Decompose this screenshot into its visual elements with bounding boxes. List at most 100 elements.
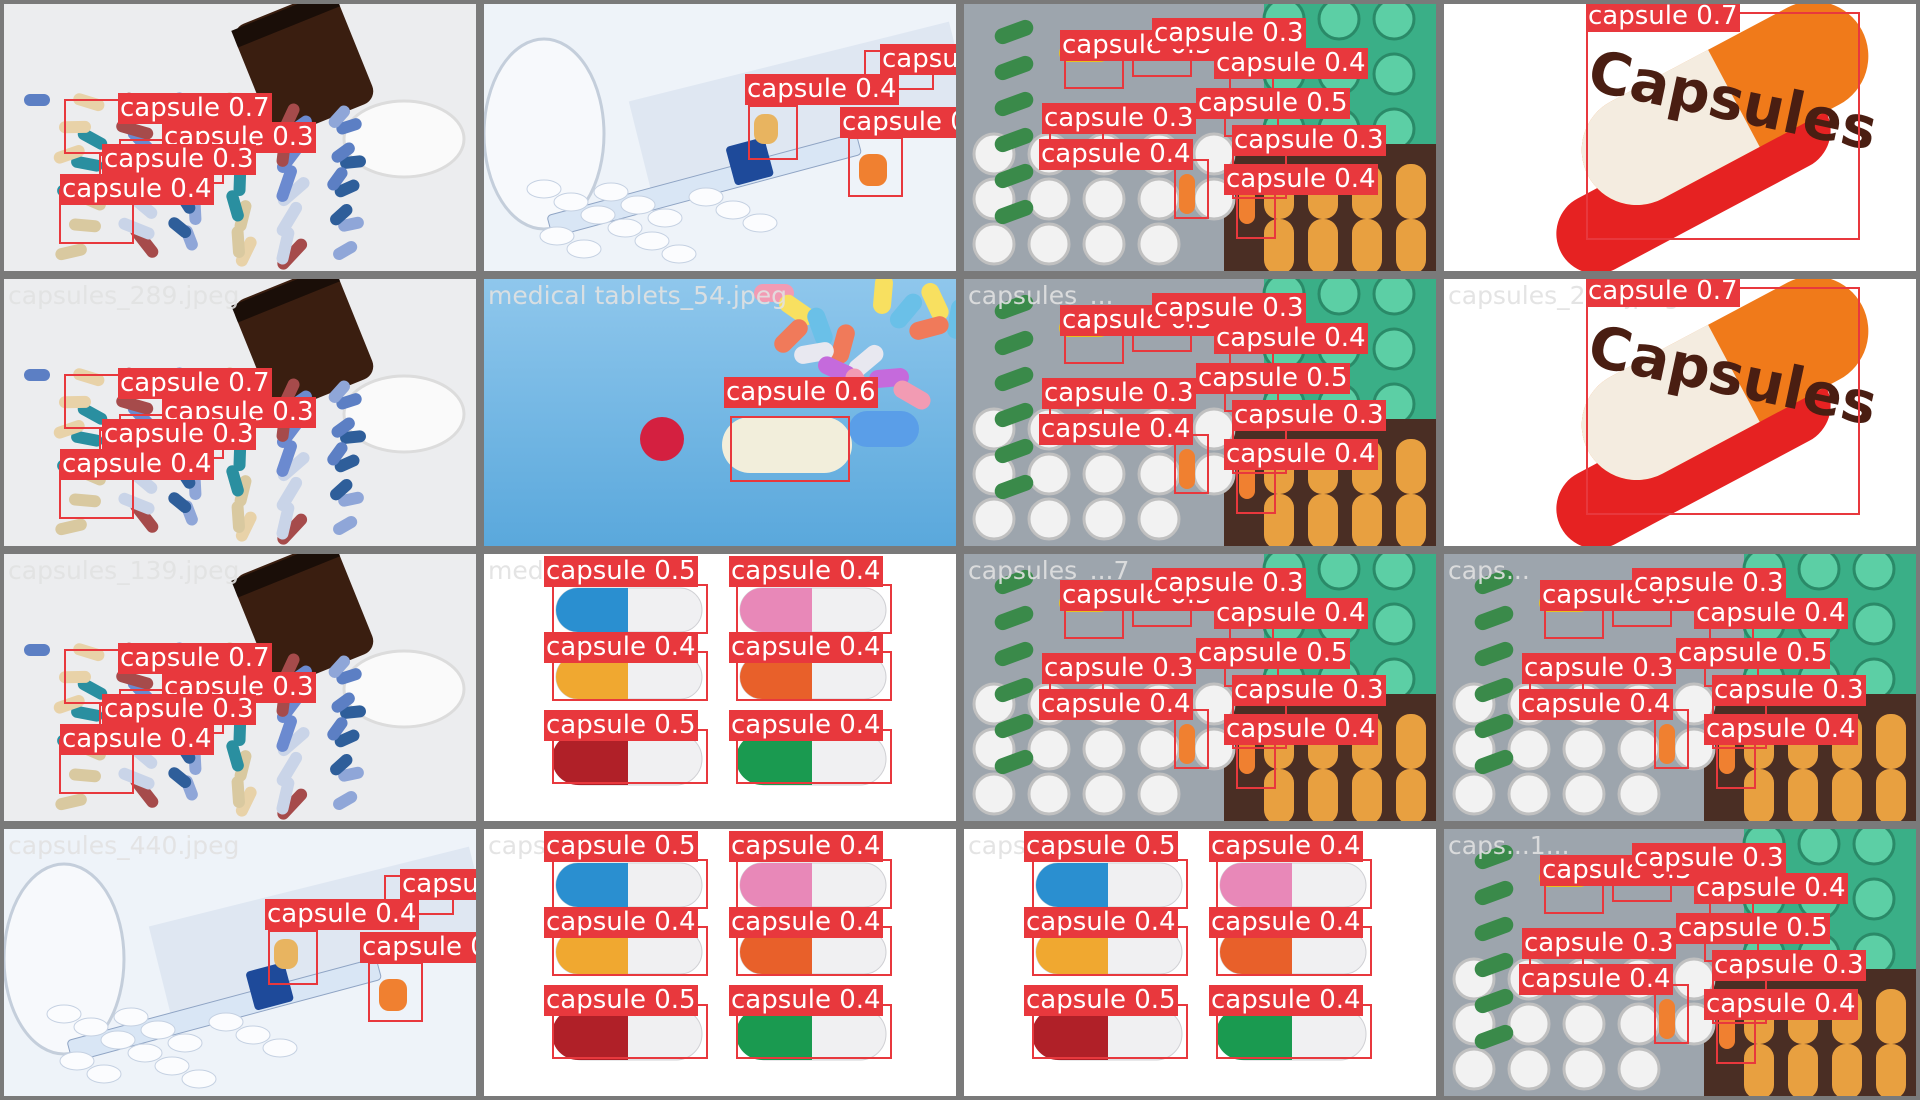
bounding-box: [736, 859, 892, 909]
detection-label: capsule 0.4: [544, 632, 698, 663]
detection-label: capsule 0.4: [1214, 48, 1368, 79]
detection-label: capsule 0.3: [1042, 103, 1196, 134]
detection-label: capsule 0.3: [102, 694, 256, 725]
detection-label: capsule 0.4: [729, 632, 883, 663]
bounding-box: [552, 859, 708, 909]
bounding-box: [1032, 859, 1188, 909]
detection-label: capsule 0.3: [1232, 675, 1386, 706]
filename-label: capsules_139.jpeg: [8, 556, 240, 585]
detection-label: capsule 0.3: [1152, 568, 1306, 599]
image-tile: caps... capsule 0.3 capsule 0.3 capsule 0.4…: [1444, 554, 1916, 821]
detection-label: capsule 0.3: [1042, 378, 1196, 409]
detection-label: capsule 0.5: [544, 985, 698, 1016]
bounding-box: [1586, 287, 1860, 515]
image-tile: medical tablets_54.jpegcapsule 0.6: [484, 279, 956, 546]
detection-label: capsule 0.3: [102, 419, 256, 450]
detection-label: capsule 0.4: [729, 985, 883, 1016]
detection-label: capsule 0.3: [1712, 950, 1866, 981]
image-tile: Capsules capsule 0.7: [1444, 4, 1916, 271]
detection-label: capsule 0.4: [840, 107, 956, 138]
bounding-box: [368, 962, 423, 1022]
detection-label: capsule 0.4: [265, 899, 419, 930]
detection-label: capsule 0.7: [118, 643, 272, 674]
scene-image: [484, 279, 956, 546]
detection-label: capsule 0.4: [729, 556, 883, 587]
detection-label: capsule 0.4: [360, 932, 476, 963]
detection-label: capsule 0.4: [1694, 598, 1848, 629]
detection-label: capsule 0.5: [1676, 913, 1830, 944]
detection-label: capsule 0.4: [1039, 139, 1193, 170]
detection-label: capsule 0.4: [1039, 689, 1193, 720]
detection-label: capsule 0.3: [1042, 653, 1196, 684]
detection-label: capsule 0.5: [1024, 985, 1178, 1016]
detection-label: capsule 0.5: [544, 556, 698, 587]
detection-label: capsule 0.4: [729, 907, 883, 938]
detection-label: capsule 0.4: [1519, 689, 1673, 720]
detection-label: capsule 0.3: [1152, 293, 1306, 324]
detection-label: capsule 0.4: [1704, 714, 1858, 745]
filename-label: capsules_289.jpeg: [8, 281, 240, 310]
detection-label: capsule 0.3: [1232, 400, 1386, 431]
detection-label: capsule 0.4: [1224, 164, 1378, 195]
image-tile: med...10...capsule 0.5capsule 0.4capsule…: [484, 554, 956, 821]
image-tile: Capsules capsules_237.jpeg capsule 0.7: [1444, 279, 1916, 546]
image-tile: capsule 0.7 capsule 0.3 capsule 0.3 capsule…: [4, 4, 476, 271]
detection-label: capsule 0.4: [1209, 907, 1363, 938]
detection-label: capsule 0.4: [1519, 964, 1673, 995]
detection-label: capsule 0.3: [1712, 675, 1866, 706]
image-tile: caps...g capsule 0.5 capsule 0.4 capsule 0.…: [964, 829, 1436, 1096]
detection-label: capsule 0.3: [880, 44, 956, 75]
bounding-box: [552, 584, 708, 634]
bounding-box: [1586, 12, 1860, 240]
bounding-box: [268, 930, 318, 985]
detection-label: capsule 0.5: [1196, 88, 1350, 119]
detection-label: capsule 0.5: [544, 831, 698, 862]
detection-label: capsule 0.4: [544, 907, 698, 938]
image-tile: capsules_...7 capsule 0.3 capsule 0.3 capsu…: [964, 554, 1436, 821]
detection-label: capsule 0.4: [1214, 323, 1368, 354]
image-tile: capsules_... capsule 0.3 capsule 0.3 capsul…: [964, 279, 1436, 546]
detection-label: capsule 0.4: [1224, 714, 1378, 745]
detection-label: capsule 0.7: [1586, 4, 1740, 32]
filename-label: caps...: [1448, 556, 1530, 585]
detection-label: capsule 0.4: [729, 831, 883, 862]
detection-label: capsule 0.7: [1586, 279, 1740, 307]
detection-label: capsule 0.4: [1214, 598, 1368, 629]
filename-label: medical tablets_54.jpeg: [488, 281, 787, 310]
detection-label: capsule 0.4: [1209, 831, 1363, 862]
image-tile: caps...1... capsule 0.3 capsule 0.3 capsule…: [1444, 829, 1916, 1096]
detection-label: capsule 0.6: [724, 377, 878, 408]
image-tile: capsules_440.jpegcapsule 0.4capsule 0.3c…: [4, 829, 476, 1096]
detection-label: capsule 0.7: [118, 93, 272, 124]
detection-label: capsule 0.5: [1024, 831, 1178, 862]
detection-label: capsule 0.4: [1039, 414, 1193, 445]
detection-label: capsule 0.3: [400, 869, 476, 900]
bounding-box: [848, 137, 903, 197]
bounding-box: [1216, 859, 1372, 909]
detection-label: capsule 0.3: [1232, 125, 1386, 156]
detection-label: capsule 0.3: [1152, 18, 1306, 49]
detection-mosaic: capsule 0.7 capsule 0.3 capsule 0.3 capsule…: [0, 0, 1920, 1100]
bounding-box: [730, 416, 850, 482]
detection-label: capsule 0.5: [1196, 638, 1350, 669]
detection-label: capsule 0.4: [1209, 985, 1363, 1016]
bounding-box: [748, 105, 798, 160]
detection-label: capsule 0.5: [1196, 363, 1350, 394]
image-tile: caps...jpegcapsule 0.5capsule 0.4capsule…: [484, 829, 956, 1096]
detection-label: capsule 0.5: [544, 710, 698, 741]
image-tile: capsule 0.3 capsule 0.3 capsule 0.4 capsule…: [964, 4, 1436, 271]
bounding-box: [736, 584, 892, 634]
detection-label: capsule 0.3: [1632, 843, 1786, 874]
image-tile: capsules_289.jpeg capsule 0.7 capsule 0.3 c…: [4, 279, 476, 546]
image-tile: capsule 0.4capsule 0.3capsule 0.4: [484, 4, 956, 271]
detection-label: capsule 0.3: [1522, 653, 1676, 684]
detection-label: capsule 0.4: [60, 174, 214, 205]
detection-label: capsule 0.4: [60, 449, 214, 480]
detection-label: capsule 0.4: [745, 74, 899, 105]
detection-label: capsule 0.5: [1676, 638, 1830, 669]
detection-label: capsule 0.4: [1224, 439, 1378, 470]
detection-label: capsule 0.4: [1704, 989, 1858, 1020]
detection-label: capsule 0.4: [729, 710, 883, 741]
detection-label: capsule 0.4: [1024, 907, 1178, 938]
detection-label: capsule 0.4: [60, 724, 214, 755]
